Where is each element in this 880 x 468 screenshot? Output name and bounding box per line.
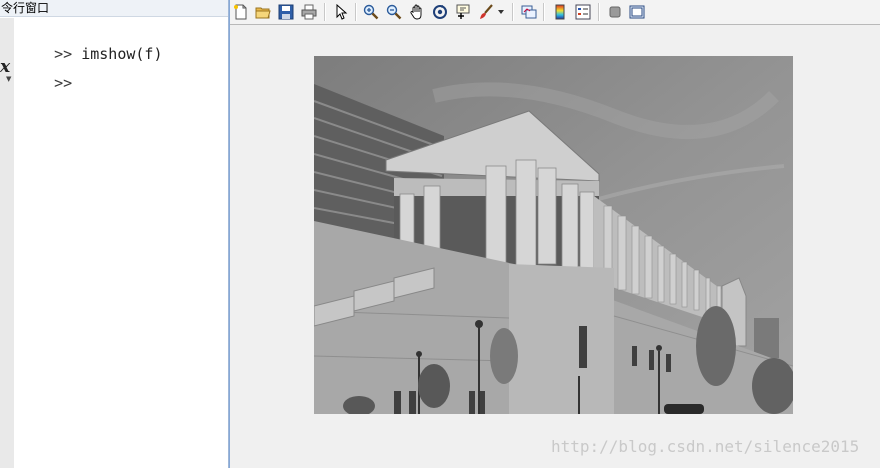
brush-dropdown-icon[interactable] — [497, 2, 505, 22]
command-text: imshow(f) — [72, 45, 163, 63]
show-plot-tools-icon[interactable] — [627, 2, 647, 22]
print-icon[interactable] — [299, 2, 319, 22]
command-line-2[interactable]: >> — [18, 56, 72, 110]
command-window-gutter — [0, 18, 14, 468]
zoom-in-icon[interactable] — [361, 2, 381, 22]
function-browser-icon[interactable]: 𝒙 — [0, 57, 10, 77]
figure-window — [229, 0, 880, 468]
colorbar-icon[interactable] — [550, 2, 570, 22]
open-file-icon[interactable] — [253, 2, 273, 22]
command-window: 令行窗口 𝒙 ▼ >> imshow(f) >> — [0, 0, 229, 468]
rotate-3d-icon[interactable] — [430, 2, 450, 22]
brush-icon[interactable] — [476, 2, 496, 22]
command-prompt: >> — [54, 74, 73, 92]
watermark-text: http://blog.csdn.net/silence2015 — [551, 437, 860, 456]
function-browser-caret-icon[interactable]: ▼ — [6, 75, 11, 83]
new-figure-icon[interactable] — [231, 2, 251, 22]
legend-icon[interactable] — [573, 2, 593, 22]
zoom-out-icon[interactable] — [384, 2, 404, 22]
command-window-title: 令行窗口 — [0, 0, 228, 17]
grayscale-building-photo — [314, 56, 793, 414]
save-icon[interactable] — [276, 2, 296, 22]
figure-axes-area — [230, 25, 880, 468]
figure-toolbar — [230, 0, 880, 25]
data-cursor-icon[interactable] — [453, 2, 473, 22]
hide-plot-tools-icon[interactable] — [605, 2, 625, 22]
pan-hand-icon[interactable] — [407, 2, 427, 22]
link-plot-icon[interactable] — [519, 2, 539, 22]
edit-plot-arrow-icon[interactable] — [331, 2, 351, 22]
